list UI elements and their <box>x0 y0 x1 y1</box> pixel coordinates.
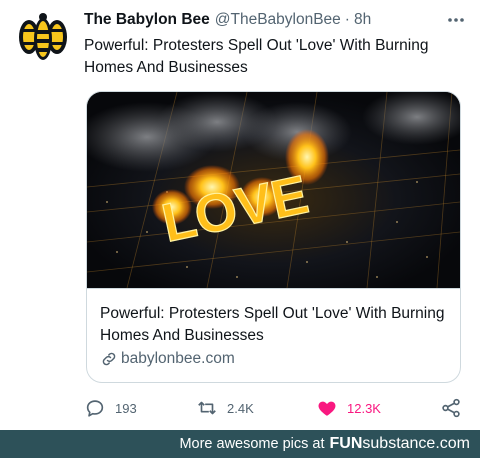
like-button[interactable]: 12.3K <box>316 396 381 420</box>
watermark-footer: More awesome pics at FUNsubstance.com <box>0 430 480 458</box>
tweet-time[interactable]: 8h <box>354 11 371 29</box>
share-button[interactable] <box>440 396 471 420</box>
burning-city-image: LOVE <box>87 92 460 288</box>
tweet[interactable]: The Babylon Bee @TheBabylonBee · 8h Powe… <box>0 0 480 430</box>
author-handle[interactable]: @TheBabylonBee <box>215 11 341 29</box>
retweet-icon <box>198 401 216 415</box>
more-options-icon <box>448 18 464 22</box>
avatar[interactable] <box>14 8 72 66</box>
card-image[interactable]: LOVE <box>87 92 460 289</box>
card-domain-row[interactable]: babylonbee.com <box>100 349 235 369</box>
tweet-actions: 193 2.4K 12.3K <box>84 396 464 420</box>
author-name[interactable]: The Babylon Bee <box>84 11 210 29</box>
tweet-text: Powerful: Protesters Spell Out 'Love' Wi… <box>84 37 429 76</box>
reply-icon <box>86 400 104 417</box>
reply-count: 193 <box>115 400 137 416</box>
footer-text-row: More awesome pics at FUNsubstance.com <box>179 430 470 458</box>
like-count: 12.3K <box>347 400 381 416</box>
retweet-button[interactable]: 2.4K <box>196 396 254 420</box>
reply-button[interactable]: 193 <box>84 396 137 420</box>
footer-brand-substance: substance <box>362 435 436 452</box>
babylon-bee-logo <box>19 13 67 60</box>
separator-dot: · <box>344 11 350 28</box>
footer-brand: FUNsubstance.com <box>330 435 471 453</box>
card-title[interactable]: Powerful: Protesters Spell Out 'Love' Wi… <box>100 303 450 347</box>
card-domain: babylonbee.com <box>121 350 235 367</box>
retweet-count: 2.4K <box>227 400 254 416</box>
more-options-button[interactable] <box>444 9 468 31</box>
footer-text: More awesome pics at <box>179 436 325 452</box>
tweet-header: The Babylon Bee @TheBabylonBee · 8h <box>84 9 468 31</box>
footer-brand-fun: FUN <box>329 435 363 452</box>
share-icon <box>442 398 460 418</box>
footer-brand-domain: .com <box>435 435 470 452</box>
like-icon <box>318 401 336 416</box>
link-card[interactable]: LOVE Powerful: Protesters Spell Out 'Lov… <box>86 91 461 383</box>
link-icon <box>102 352 116 366</box>
